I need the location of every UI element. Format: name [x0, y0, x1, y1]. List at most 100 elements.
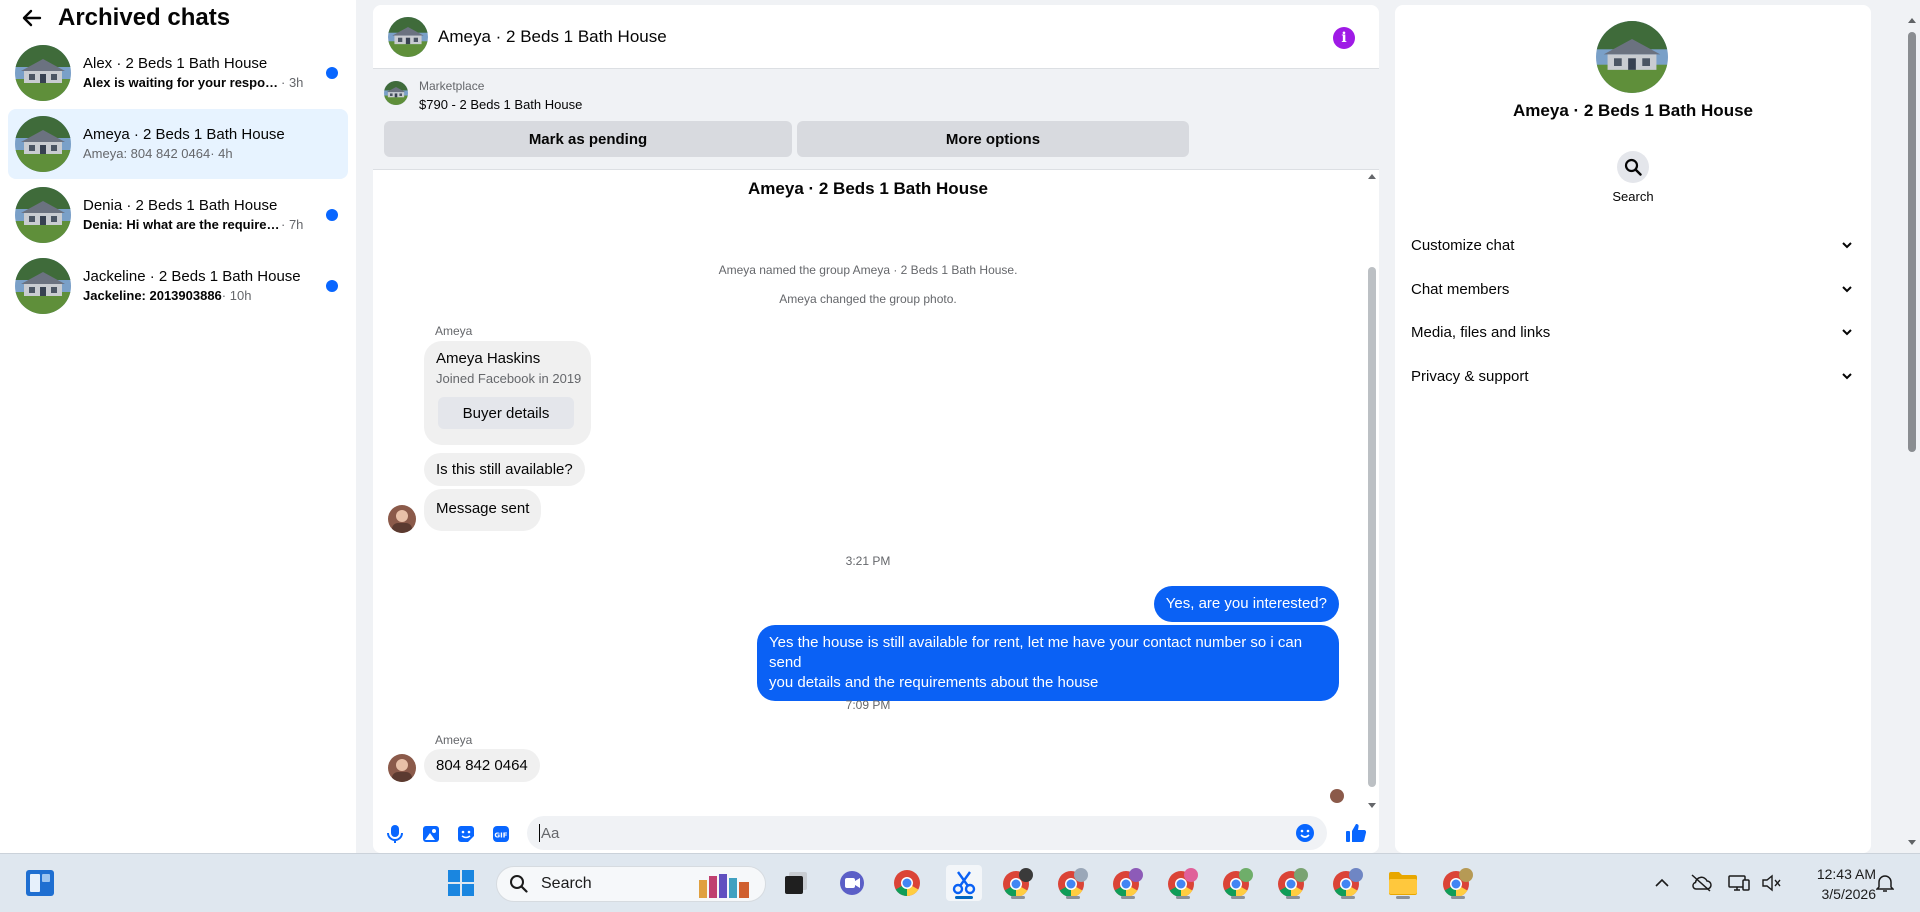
task-view-icon[interactable] [778, 865, 814, 901]
notifications-bell-icon[interactable] [1874, 872, 1896, 894]
thread-title: Ameya · 2 Beds 1 Bath House [748, 179, 988, 198]
mark-as-pending-button[interactable]: Mark as pending [384, 121, 792, 157]
section-label: Customize chat [1411, 236, 1515, 254]
file-explorer-icon[interactable] [1385, 865, 1421, 901]
marketplace-bar: Marketplace $790 - 2 Beds 1 Bath House M… [373, 69, 1379, 170]
chat-header-avatar[interactable] [388, 17, 428, 57]
section-chat-members[interactable]: Chat members [1411, 267, 1855, 311]
clock-time: 12:43 AM [1816, 866, 1876, 882]
sidebar-header: Archived chats [0, 0, 356, 36]
running-indicator [1176, 896, 1190, 899]
svg-text:GIF: GIF [494, 832, 507, 840]
system-event: Ameya named the group Ameya · 2 Beds 1 B… [718, 263, 1018, 277]
message-input-placeholder: Aa [541, 824, 560, 842]
section-label: Chat members [1411, 280, 1510, 298]
chat-time: · 7h [281, 217, 304, 232]
chevron-down-icon [1839, 237, 1855, 253]
search-icon [510, 875, 528, 893]
chevron-up-icon[interactable] [1651, 872, 1673, 894]
running-indicator [1231, 896, 1245, 899]
photo-icon[interactable] [421, 824, 441, 844]
running-indicator [1451, 896, 1465, 899]
back-arrow-icon[interactable] [20, 6, 44, 30]
video-chat-icon[interactable] [834, 865, 870, 901]
active-indicator [955, 896, 973, 899]
search-in-conversation-button[interactable] [1617, 151, 1649, 183]
chat-time: · 3h [281, 75, 304, 90]
chrome-icon[interactable] [889, 865, 925, 901]
cloud-off-icon[interactable] [1690, 872, 1712, 894]
outgoing-message-line: you details and the requirements about t… [769, 674, 1099, 691]
composer: GIF Aa [373, 811, 1379, 853]
sticker-icon[interactable] [456, 824, 476, 844]
chat-name: Jackeline · 2 Beds 1 Bath House [83, 268, 301, 285]
sidebar-title: Archived chats [58, 4, 231, 31]
chat-header: Ameya · 2 Beds 1 Bath House i [373, 5, 1379, 69]
emoji-icon[interactable] [1295, 823, 1315, 843]
page-scrollbar[interactable] [1904, 0, 1920, 853]
chat-time: · 4h [210, 146, 233, 161]
chat-avatar [15, 116, 71, 172]
chat-list-item[interactable]: Jackeline · 2 Beds 1 Bath House Jackelin… [8, 251, 348, 321]
snipping-tool-icon[interactable] [946, 865, 982, 901]
thumbs-up-icon[interactable] [1345, 822, 1367, 844]
chrome-profile-icon[interactable] [1165, 865, 1201, 901]
search-highlight-icon [699, 874, 749, 898]
chat-list-item-active[interactable]: Ameya · 2 Beds 1 Bath House Ameya: 804 8… [8, 109, 348, 179]
chat-list-item[interactable]: Alex · 2 Beds 1 Bath House Alex is waiti… [8, 38, 348, 108]
profile-card: Ameya Haskins Joined Facebook in 2019 Bu… [424, 341, 591, 445]
chat-details-panel: Ameya · 2 Beds 1 Bath House Search Custo… [1395, 5, 1871, 853]
chrome-profile-icon[interactable] [1275, 865, 1311, 901]
search-icon [1624, 158, 1642, 176]
clock-date: 3/5/2026 [1821, 886, 1877, 902]
running-indicator [1396, 896, 1410, 899]
widgets-icon[interactable] [22, 865, 58, 901]
marketplace-label: Marketplace [419, 79, 485, 93]
chrome-profile-icon[interactable] [1110, 865, 1146, 901]
listing-title[interactable]: $790 - 2 Beds 1 Bath House [419, 97, 582, 112]
profile-card-name: Ameya Haskins [436, 350, 541, 367]
system-event: Ameya changed the group photo. [779, 292, 957, 306]
sender-name: Ameya [435, 324, 473, 338]
chrome-profile-icon[interactable] [1000, 865, 1036, 901]
listing-thumbnail [384, 81, 408, 105]
chrome-profile-icon[interactable] [1220, 865, 1256, 901]
start-icon[interactable] [443, 865, 479, 901]
network-icon[interactable] [1728, 872, 1750, 894]
details-avatar [1596, 21, 1668, 93]
thread-scroll-thumb[interactable] [1368, 267, 1376, 787]
search-label: Search [1612, 189, 1654, 204]
chat-list-item[interactable]: Denia · 2 Beds 1 Bath House Denia: Hi wh… [8, 180, 348, 250]
running-indicator [1121, 896, 1135, 899]
taskbar-search[interactable]: Search [496, 866, 766, 902]
taskbar-search-label: Search [541, 875, 592, 892]
outgoing-message-line: Yes the house is still available for ren… [769, 634, 1303, 671]
chat-preview: Ameya: 804 842 0464 [83, 146, 211, 161]
timestamp: 3:21 PM [845, 554, 891, 568]
chat-header-title[interactable]: Ameya · 2 Beds 1 Bath House [438, 27, 667, 47]
section-label: Media, files and links [1411, 323, 1551, 341]
chat-preview: Denia: Hi what are the requiremen... [83, 217, 281, 232]
system-clock[interactable]: 12:43 AM 3/5/2026 [1790, 864, 1876, 904]
chrome-profile-icon[interactable] [1440, 865, 1476, 901]
section-media-files-links[interactable]: Media, files and links [1411, 310, 1855, 354]
chat-avatar [15, 258, 71, 314]
chat-name: Denia · 2 Beds 1 Bath House [83, 197, 278, 214]
message-input[interactable]: Aa [527, 816, 1327, 850]
sender-name: Ameya [435, 733, 473, 747]
info-icon[interactable]: i [1333, 27, 1355, 49]
volume-muted-icon[interactable] [1760, 872, 1782, 894]
microphone-icon[interactable] [385, 824, 405, 844]
section-privacy-support[interactable]: Privacy & support [1411, 354, 1855, 398]
running-indicator [1066, 896, 1080, 899]
section-customize-chat[interactable]: Customize chat [1411, 223, 1855, 267]
incoming-message: Is this still available? [424, 453, 585, 486]
chrome-profile-icon[interactable] [1055, 865, 1091, 901]
sender-avatar [388, 754, 416, 782]
more-options-button[interactable]: More options [797, 121, 1189, 157]
gif-icon[interactable]: GIF [491, 824, 511, 844]
chat-avatar [15, 45, 71, 101]
chat-name: Alex · 2 Beds 1 Bath House [83, 55, 268, 72]
buyer-details-button[interactable]: Buyer details [438, 397, 574, 429]
chrome-profile-icon[interactable] [1330, 865, 1366, 901]
